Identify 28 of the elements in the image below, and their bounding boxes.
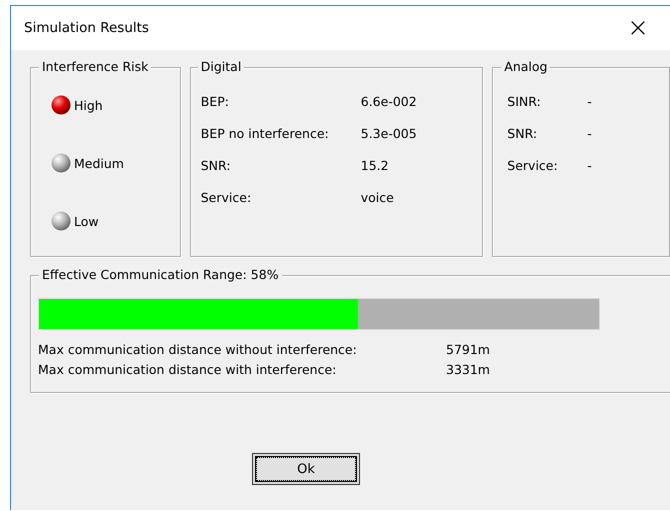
field-value: 15.2 xyxy=(360,158,390,175)
group-title: Digital xyxy=(198,59,244,74)
window-title: Simulation Results xyxy=(24,20,149,36)
close-button[interactable]: × xyxy=(618,6,658,50)
field-label: SINR: xyxy=(507,94,542,111)
risk-label: Medium xyxy=(74,156,124,170)
field-value: 5.3e-005 xyxy=(360,126,418,143)
field-value: voice xyxy=(360,190,395,207)
field-label: Service: xyxy=(200,190,252,207)
ok-button[interactable]: Ok xyxy=(252,453,360,485)
field-value: - xyxy=(587,94,593,111)
field-value: 3331m xyxy=(446,362,491,379)
field-value: 5791m xyxy=(446,342,491,359)
field-label: SNR: xyxy=(200,158,232,175)
group-title: Effective Communication Range: 58% xyxy=(39,267,282,282)
field-label: BEP: xyxy=(200,94,230,111)
field-label: Max communication distance without interference: xyxy=(38,342,358,359)
field-label: SNR: xyxy=(507,126,538,143)
field-value: - xyxy=(587,158,593,175)
group-title: Analog xyxy=(501,59,550,74)
field-value: 6.6e-002 xyxy=(360,94,418,111)
field-value: - xyxy=(587,126,593,143)
risk-label: High xyxy=(74,98,103,112)
field-label: Service: xyxy=(507,158,559,175)
field-label: BEP no interference: xyxy=(200,126,330,143)
risk-label: Low xyxy=(74,214,99,228)
field-label: Max communication distance with interference: xyxy=(38,362,338,379)
group-title: Interference Risk xyxy=(39,59,152,74)
